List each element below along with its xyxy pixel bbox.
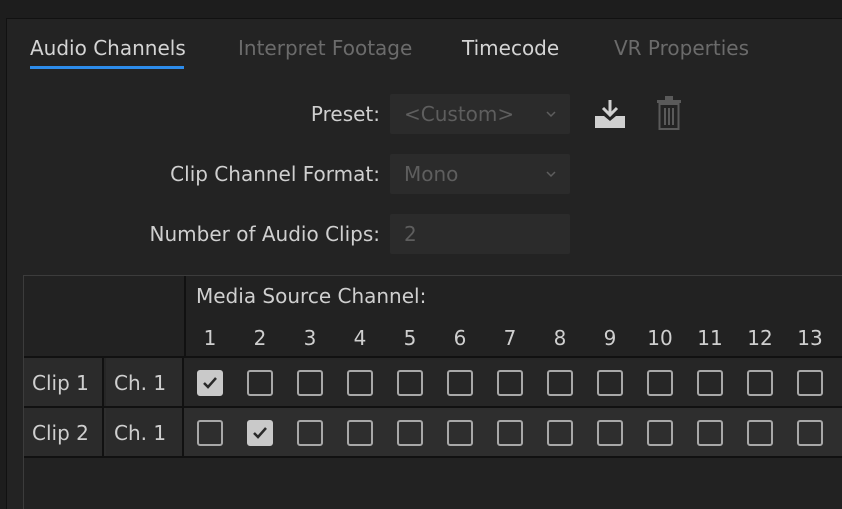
tab-timecode[interactable]: Timecode — [462, 36, 559, 60]
channel-checkbox[interactable] — [197, 420, 223, 446]
channel-checkbox[interactable] — [497, 420, 523, 446]
channel-checkbox[interactable] — [697, 420, 723, 446]
channel-checkbox[interactable] — [447, 370, 473, 396]
clip-channel-format-dropdown[interactable]: Mono — [390, 154, 570, 194]
preset-dropdown[interactable]: <Custom> — [390, 94, 570, 134]
tab-interpret-footage[interactable]: Interpret Footage — [238, 36, 412, 60]
clip-name-cell: Clip 1 — [24, 358, 104, 408]
clip-channel-format-label: Clip Channel Format: — [170, 162, 380, 186]
channel-checkbox[interactable] — [197, 370, 223, 396]
channel-number-12: 12 — [747, 326, 773, 350]
channel-checkbox[interactable] — [797, 420, 823, 446]
channel-checkbox[interactable] — [547, 420, 573, 446]
clip-channel-format-value: Mono — [404, 162, 459, 186]
download-preset-icon[interactable] — [592, 98, 628, 130]
channel-checkbox[interactable] — [247, 370, 273, 396]
active-tab-indicator — [30, 66, 184, 69]
channel-number-9: 9 — [603, 326, 617, 350]
row-divider — [24, 456, 842, 458]
channel-checkbox[interactable] — [297, 370, 323, 396]
chevron-down-icon — [546, 171, 556, 178]
channel-checkbox[interactable] — [247, 420, 273, 446]
channel-number-2: 2 — [253, 326, 267, 350]
channel-checkbox[interactable] — [797, 370, 823, 396]
channel-number-5: 5 — [403, 326, 417, 350]
clip-name-cell: Clip 2 — [24, 408, 104, 458]
channel-number-11: 11 — [697, 326, 723, 350]
tab-audio-channels[interactable]: Audio Channels — [30, 36, 186, 60]
channel-checkbox[interactable] — [697, 370, 723, 396]
channel-number-6: 6 — [453, 326, 467, 350]
channel-number-7: 7 — [503, 326, 517, 350]
channel-number-10: 10 — [647, 326, 673, 350]
media-source-channel-header: Media Source Channel: — [196, 284, 427, 308]
trash-icon[interactable] — [656, 96, 682, 130]
number-of-audio-clips-label: Number of Audio Clips: — [149, 222, 380, 246]
channel-checkbox[interactable] — [347, 370, 373, 396]
channel-checkbox[interactable] — [647, 420, 673, 446]
channel-number-8: 8 — [553, 326, 567, 350]
clip-channel-cell: Ch. 1 — [106, 358, 184, 408]
channel-number-3: 3 — [303, 326, 317, 350]
number-of-audio-clips-value: 2 — [404, 222, 417, 246]
channel-checkbox[interactable] — [397, 420, 423, 446]
channel-checkbox[interactable] — [397, 370, 423, 396]
tab-vr-properties[interactable]: VR Properties — [614, 36, 749, 60]
channel-checkbox[interactable] — [597, 420, 623, 446]
checkmark-icon — [203, 377, 217, 389]
channel-checkbox[interactable] — [547, 370, 573, 396]
number-of-audio-clips-input[interactable]: 2 — [390, 214, 570, 254]
channel-checkbox[interactable] — [747, 370, 773, 396]
channel-checkbox[interactable] — [497, 370, 523, 396]
channel-checkbox[interactable] — [647, 370, 673, 396]
preset-label: Preset: — [310, 102, 380, 126]
channel-number-13: 13 — [797, 326, 823, 350]
checkmark-icon — [253, 427, 267, 439]
channel-checkbox[interactable] — [597, 370, 623, 396]
channel-checkbox[interactable] — [297, 420, 323, 446]
preset-value: <Custom> — [404, 102, 515, 126]
channel-checkbox[interactable] — [447, 420, 473, 446]
channel-number-4: 4 — [353, 326, 367, 350]
channel-checkbox[interactable] — [747, 420, 773, 446]
clip-channel-cell: Ch. 1 — [106, 408, 184, 458]
chevron-down-icon — [546, 111, 556, 118]
channel-number-1: 1 — [203, 326, 217, 350]
channel-checkbox[interactable] — [347, 420, 373, 446]
